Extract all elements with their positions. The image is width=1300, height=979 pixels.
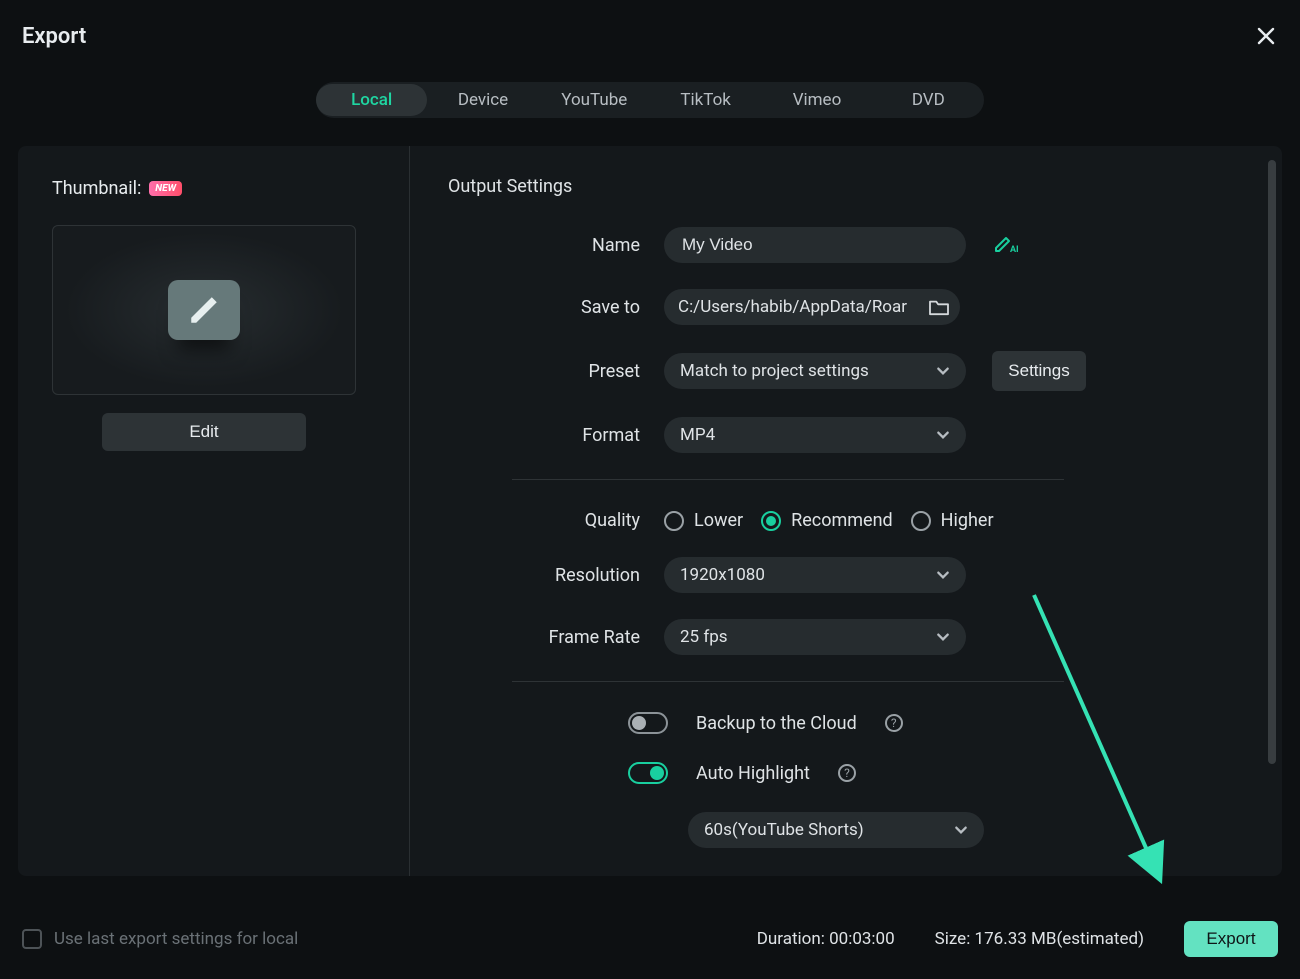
name-input[interactable] bbox=[664, 227, 966, 263]
save-to-label: Save to bbox=[448, 297, 664, 318]
export-settings-card: Thumbnail: NEW Edit Output Settings Name… bbox=[18, 146, 1282, 876]
frame-rate-select[interactable]: 25 fps bbox=[664, 619, 966, 655]
divider bbox=[512, 479, 1064, 480]
chevron-down-icon bbox=[936, 630, 950, 644]
frame-rate-label: Frame Rate bbox=[448, 627, 664, 648]
name-label: Name bbox=[448, 235, 664, 256]
radio-icon bbox=[911, 511, 931, 531]
output-settings-title: Output Settings bbox=[448, 176, 1222, 197]
tab-local[interactable]: Local bbox=[316, 84, 427, 116]
tab-vimeo[interactable]: Vimeo bbox=[761, 84, 872, 116]
tab-tiktok[interactable]: TikTok bbox=[650, 84, 761, 116]
scrollbar[interactable] bbox=[1268, 160, 1276, 764]
edit-thumbnail-button[interactable]: Edit bbox=[102, 413, 306, 451]
size-info: Size: 176.33 MB(estimated) bbox=[935, 929, 1144, 949]
tab-device[interactable]: Device bbox=[427, 84, 538, 116]
use-last-settings-label: Use last export settings for local bbox=[54, 929, 298, 949]
quality-radio-group: Lower Recommend Higher bbox=[664, 510, 994, 531]
preset-settings-button[interactable]: Settings bbox=[992, 351, 1086, 391]
quality-option-lower[interactable]: Lower bbox=[664, 510, 743, 531]
chevron-down-icon bbox=[936, 364, 950, 378]
duration-info: Duration: 00:03:00 bbox=[757, 929, 895, 949]
thumbnail-panel: Thumbnail: NEW Edit bbox=[18, 146, 410, 876]
svg-text:AI: AI bbox=[1010, 245, 1019, 255]
use-last-settings-checkbox[interactable] bbox=[22, 929, 42, 949]
frame-rate-value: 25 fps bbox=[680, 627, 936, 647]
output-settings-panel: Output Settings Name AI Save to C:/Users… bbox=[410, 146, 1282, 876]
backup-label: Backup to the Cloud bbox=[696, 713, 857, 734]
export-target-tabs: Local Device YouTube TikTok Vimeo DVD bbox=[316, 82, 984, 118]
tab-dvd[interactable]: DVD bbox=[873, 84, 984, 116]
help-icon[interactable]: ? bbox=[838, 764, 856, 782]
save-path-field[interactable]: C:/Users/habib/AppData/Roar bbox=[664, 289, 960, 325]
dialog-title: Export bbox=[22, 24, 86, 49]
chevron-down-icon bbox=[936, 428, 950, 442]
resolution-value: 1920x1080 bbox=[680, 565, 936, 585]
thumbnail-label: Thumbnail: bbox=[52, 178, 141, 199]
resolution-select[interactable]: 1920x1080 bbox=[664, 557, 966, 593]
chevron-down-icon bbox=[936, 568, 950, 582]
thumbnail-edit-icon-tile bbox=[168, 280, 240, 340]
radio-icon bbox=[761, 511, 781, 531]
close-button[interactable] bbox=[1254, 24, 1278, 48]
new-badge: NEW bbox=[149, 181, 182, 196]
thumbnail-preview[interactable] bbox=[52, 225, 356, 395]
format-value: MP4 bbox=[680, 425, 936, 445]
backup-toggle[interactable] bbox=[628, 712, 668, 734]
export-button[interactable]: Export bbox=[1184, 921, 1278, 957]
help-icon[interactable]: ? bbox=[885, 714, 903, 732]
preset-select[interactable]: Match to project settings bbox=[664, 353, 966, 389]
preset-value: Match to project settings bbox=[680, 361, 936, 381]
tab-youtube[interactable]: YouTube bbox=[539, 84, 650, 116]
resolution-label: Resolution bbox=[448, 565, 664, 586]
auto-highlight-label: Auto Highlight bbox=[696, 763, 810, 784]
quality-option-higher[interactable]: Higher bbox=[911, 510, 994, 531]
highlight-preset-select[interactable]: 60s(YouTube Shorts) bbox=[688, 812, 984, 848]
chevron-down-icon bbox=[954, 823, 968, 837]
save-path-value: C:/Users/habib/AppData/Roar bbox=[678, 297, 920, 317]
format-label: Format bbox=[448, 425, 664, 446]
quality-label: Quality bbox=[448, 510, 664, 531]
footer: Use last export settings for local Durat… bbox=[0, 899, 1300, 979]
ai-rename-icon[interactable]: AI bbox=[994, 234, 1022, 256]
divider bbox=[512, 681, 1064, 682]
auto-highlight-toggle[interactable] bbox=[628, 762, 668, 784]
folder-icon[interactable] bbox=[928, 298, 950, 316]
close-icon bbox=[1254, 24, 1278, 48]
highlight-preset-value: 60s(YouTube Shorts) bbox=[704, 820, 954, 840]
radio-icon bbox=[664, 511, 684, 531]
preset-label: Preset bbox=[448, 361, 664, 382]
quality-option-recommend[interactable]: Recommend bbox=[761, 510, 893, 531]
pencil-icon bbox=[187, 293, 221, 327]
format-select[interactable]: MP4 bbox=[664, 417, 966, 453]
